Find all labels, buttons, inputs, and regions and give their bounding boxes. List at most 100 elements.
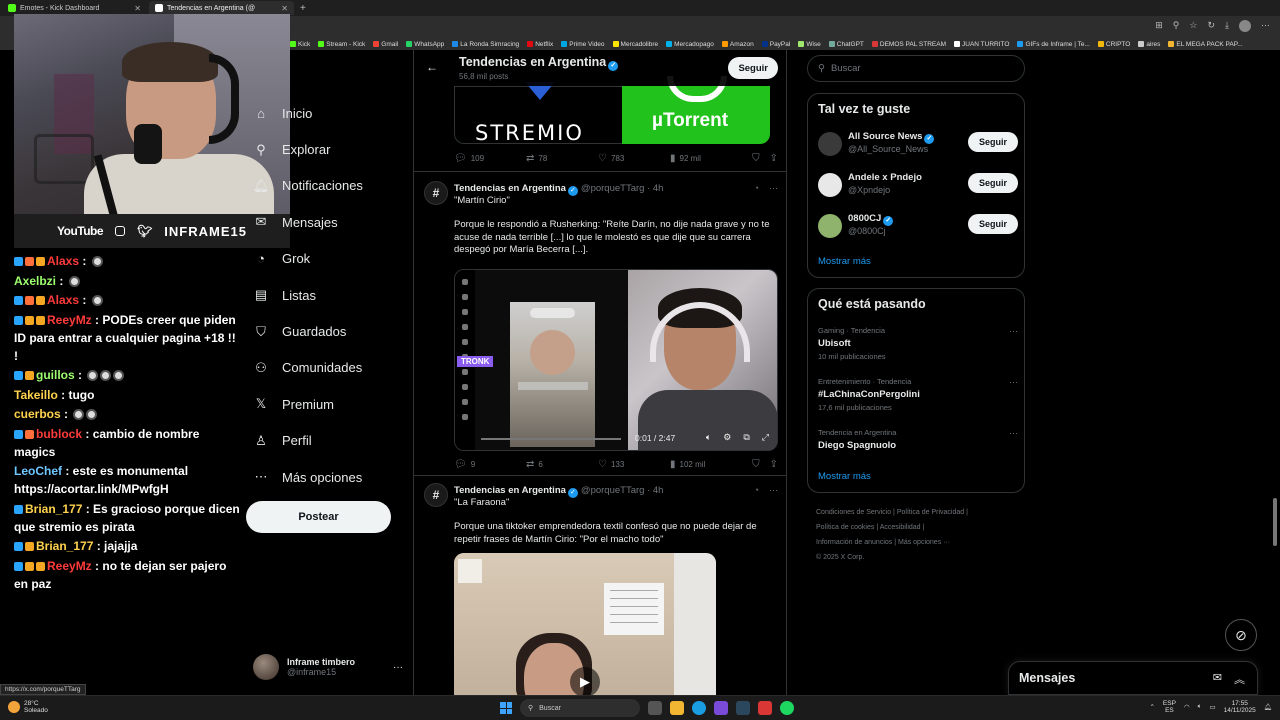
- task-view-icon[interactable]: [648, 701, 662, 715]
- repost-button[interactable]: ⇄ 78: [526, 153, 598, 164]
- discord-icon[interactable]: [714, 701, 728, 715]
- notifications-icon[interactable]: 🔔︎: [1264, 703, 1272, 711]
- tweet-video[interactable]: ▶: [454, 553, 716, 695]
- download-icon[interactable]: ⤓: [1225, 20, 1229, 32]
- profile-avatar[interactable]: [1239, 20, 1251, 32]
- footer-link[interactable]: Política de Privacidad: [897, 509, 964, 516]
- messages-drawer[interactable]: Mensajes ✉ ︽: [1008, 661, 1258, 695]
- spotify-icon[interactable]: [780, 701, 794, 715]
- chat-username[interactable]: bublock: [36, 427, 82, 441]
- grok-icon[interactable]: ◔: [754, 183, 759, 193]
- search-input[interactable]: ⚲ Buscar: [807, 55, 1025, 82]
- footer-link[interactable]: Política de cookies: [816, 524, 874, 531]
- footer-link[interactable]: Condiciones de Servicio: [816, 509, 891, 516]
- chat-username[interactable]: ReeyMz: [47, 559, 92, 573]
- who-to-follow-item[interactable]: All Source News ✓ @All_Source_News Seguir: [818, 129, 1018, 159]
- play-icon[interactable]: ▶: [570, 667, 600, 695]
- menu-icon[interactable]: ⋯: [1261, 20, 1270, 32]
- chat-username[interactable]: Brian_177: [25, 502, 82, 516]
- trend-item[interactable]: Tendencia en Argentina Diego Spagnuolo ···: [818, 428, 1018, 468]
- grok-float-button[interactable]: ⊘: [1225, 619, 1257, 651]
- page-scrollbar[interactable]: [1272, 50, 1278, 695]
- bookmark-item[interactable]: Mercadolibre: [612, 41, 658, 48]
- new-message-icon[interactable]: ✉: [1213, 671, 1222, 687]
- browser-tab-kick[interactable]: Emotes - Kick Dashboard ✕: [2, 1, 147, 15]
- bookmark-item[interactable]: aires: [1138, 41, 1160, 48]
- bookmark-item[interactable]: Wise: [798, 41, 821, 48]
- tweet[interactable]: # Tendencias en Argentina ✓ @porqueTTarg ·…: [414, 181, 786, 471]
- tray-chevron-icon[interactable]: ⌃: [1149, 703, 1154, 711]
- bookmark-item[interactable]: PayPal: [761, 41, 790, 48]
- more-icon[interactable]: ···: [1009, 428, 1018, 438]
- more-icon[interactable]: ···: [769, 485, 778, 495]
- bookmark-item[interactable]: GIFs de Inframe | Te...: [1017, 41, 1090, 48]
- new-tab-icon[interactable]: +: [300, 3, 306, 14]
- more-icon[interactable]: ···: [1009, 377, 1018, 387]
- bookmark-item[interactable]: Prime Video: [561, 41, 605, 48]
- follow-button[interactable]: Seguir: [968, 214, 1018, 234]
- bookmark-item[interactable]: CRIPTO: [1097, 41, 1130, 48]
- steam-icon[interactable]: [736, 701, 750, 715]
- share-icon[interactable]: ⇪: [770, 153, 778, 164]
- taskbar-search[interactable]: ⚲ Buscar: [520, 699, 640, 717]
- browser-tab-x[interactable]: Tendencias en Argentina (@ ✕: [149, 1, 294, 15]
- bookmark-item[interactable]: Kick: [290, 41, 310, 48]
- weather-widget[interactable]: 28°C Soleado: [8, 700, 48, 714]
- nav-item-comunidades[interactable]: ⚇ Comunidades: [254, 350, 404, 386]
- footer-link[interactable]: Accesibilidad: [880, 524, 921, 531]
- views-button[interactable]: ▮ 102 mil: [670, 459, 742, 470]
- scrollbar-thumb[interactable]: [1273, 498, 1277, 546]
- chat-username[interactable]: Axelbzi: [14, 274, 56, 288]
- bookmark-item[interactable]: Gmail: [373, 41, 398, 48]
- chat-username[interactable]: Brian_177: [36, 539, 93, 553]
- tweet-author[interactable]: Tendencias en Argentina: [454, 183, 566, 194]
- bookmark-item[interactable]: Amazon: [721, 41, 754, 48]
- follow-button[interactable]: Seguir: [968, 132, 1018, 152]
- chat-username[interactable]: LeoChef: [14, 464, 62, 478]
- post-button[interactable]: Postear: [246, 501, 391, 533]
- file-explorer-icon[interactable]: [670, 701, 684, 715]
- nav-item-listas[interactable]: ▤ Listas: [254, 277, 404, 313]
- views-button[interactable]: ▮ 92 mil: [670, 153, 742, 164]
- like-button[interactable]: ♡ 783: [598, 153, 670, 164]
- bookmark-item[interactable]: ChatGPT: [828, 41, 864, 48]
- bookmark-item[interactable]: Netflix: [527, 41, 553, 48]
- reply-button[interactable]: 💬︎ 109: [454, 153, 526, 164]
- bookmark-item[interactable]: JUAN TURRITO: [954, 41, 1009, 48]
- footer-link[interactable]: Información de anuncios: [816, 539, 892, 546]
- chat-username[interactable]: guillos: [36, 368, 75, 382]
- fullscreen-icon[interactable]: ⤢: [762, 432, 769, 443]
- close-tab-icon[interactable]: ✕: [281, 4, 288, 13]
- more-icon[interactable]: ···: [393, 662, 403, 673]
- account-switcher[interactable]: Inframe timbero @inframe15 ···: [253, 652, 403, 682]
- back-arrow-icon[interactable]: ←: [426, 60, 438, 74]
- stremio-image[interactable]: STREMIO: [454, 82, 622, 145]
- bookmark-item[interactable]: La Ronda Simracing: [452, 41, 519, 48]
- bookmark-icon[interactable]: ⛉: [752, 459, 760, 470]
- expand-icon[interactable]: ︽: [1234, 671, 1245, 687]
- pip-icon[interactable]: ⧉: [743, 432, 749, 443]
- repost-button[interactable]: ⇄ 6: [526, 459, 598, 470]
- nav-item-notificaciones[interactable]: 🔔︎ Notificaciones: [253, 168, 404, 204]
- nav-item-grok[interactable]: ◔ Grok: [254, 241, 404, 277]
- obs-icon[interactable]: [758, 701, 772, 715]
- battery-icon[interactable]: ▭: [1210, 703, 1216, 711]
- bookmark-item[interactable]: DEMOS PAL STREAM: [871, 41, 946, 48]
- show-more-link[interactable]: Mostrar más: [818, 471, 871, 482]
- chat-username[interactable]: Takeillo: [14, 388, 58, 402]
- tweet[interactable]: # Tendencias en Argentina ✓ @porqueTTarg ·…: [414, 483, 786, 695]
- language-indicator[interactable]: ESP ES: [1163, 700, 1176, 714]
- nav-item-guardados[interactable]: ⛉ Guardados: [254, 313, 404, 349]
- nav-item-inicio[interactable]: ⌂ Inicio: [254, 95, 404, 131]
- close-tab-icon[interactable]: ✕: [134, 4, 141, 13]
- volume-icon[interactable]: 🔈︎: [706, 432, 711, 443]
- bookmark-item[interactable]: EL MEGA PACK PAP...: [1168, 41, 1243, 48]
- edge-icon[interactable]: [692, 701, 706, 715]
- sync-icon[interactable]: ↻: [1207, 20, 1215, 32]
- windows-start-icon[interactable]: [500, 702, 512, 714]
- follow-button[interactable]: Seguir: [968, 173, 1018, 193]
- bookmark-item[interactable]: Mercadopago: [666, 41, 714, 48]
- nav-item-explorar[interactable]: ⚲ Explorar: [254, 131, 404, 167]
- tweet-author[interactable]: Tendencias en Argentina: [454, 485, 566, 496]
- footer-link[interactable]: Más opciones ···: [898, 539, 950, 546]
